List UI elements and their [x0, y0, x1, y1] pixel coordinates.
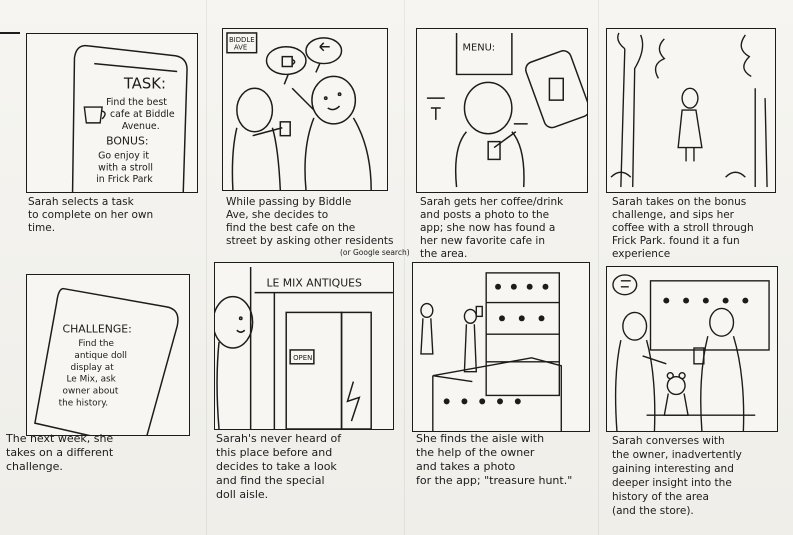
panel-3-cafe: MENU: — [416, 28, 588, 193]
coffee-cup-icon — [281, 55, 293, 68]
caption-5: The next week, she takes on a different … — [6, 432, 114, 473]
challenge-line-6: the history. — [59, 398, 108, 408]
panel-7-doll-aisle — [412, 262, 590, 432]
street-sign-line-1: BIDDLE — [229, 36, 255, 44]
caption-8: Sarah converses with the owner, inadvert… — [612, 435, 742, 517]
panel-6-storefront: LE MIX ANTIQUES OPEN — [214, 262, 394, 430]
bonus-line-3: in Frick Park — [96, 174, 153, 185]
panel-2-asking: BIDDLE AVE — [222, 28, 388, 191]
caption-7: She finds the aisle with the help of the… — [416, 432, 573, 487]
doll-figures — [663, 297, 749, 304]
coffee-cup-icon — [83, 106, 106, 124]
paper-fold — [598, 0, 599, 535]
challenge-title: CHALLENGE: — [63, 322, 132, 335]
challenge-line-1: Find the — [78, 339, 114, 349]
arrow-icon — [319, 42, 330, 52]
bonus-title: BONUS: — [106, 135, 148, 148]
caption-3: Sarah gets her coffee/drink and posts a … — [420, 196, 564, 260]
task-title: TASK: — [123, 75, 166, 92]
caption-4: Sarah takes on the bonus challenge, and … — [612, 196, 754, 260]
challenge-line-2: antique doll — [74, 351, 127, 361]
bonus-line-2: with a stroll — [98, 162, 153, 173]
task-line-3: Avenue. — [122, 121, 160, 132]
open-sign: OPEN — [293, 354, 312, 362]
panel-8-conversation — [606, 266, 778, 432]
panel-1-task-phone: TASK: Find the best cafe at Biddle Avenu… — [26, 33, 198, 193]
phone-drawing: TASK: Find the best cafe at Biddle Avenu… — [71, 44, 188, 192]
task-line-1: Find the best — [106, 97, 167, 108]
store-sign: LE MIX ANTIQUES — [266, 277, 362, 290]
paper-fold — [206, 0, 207, 535]
challenge-line-3: display at — [70, 363, 114, 373]
caption-2: While passing by Biddle Ave, she decides… — [226, 196, 394, 247]
street-sign-line-2: AVE — [234, 44, 247, 52]
caption-1: Sarah selects a task to complete on her … — [28, 196, 154, 234]
paper-fold — [404, 0, 405, 535]
caption-6: Sarah's never heard of this place before… — [216, 432, 342, 501]
annotation-or-google: (or Google search) — [340, 248, 410, 257]
bonus-line-1: Go enjoy it — [98, 150, 149, 161]
panel-5-challenge-phone: CHALLENGE: Find the antique doll display… — [26, 274, 190, 436]
challenge-line-4: Le Mix, ask — [67, 375, 117, 385]
edge-line — [0, 32, 20, 34]
storyboard-sheet: TASK: Find the best cafe at Biddle Avenu… — [0, 0, 793, 535]
menu-sign: MENU: — [462, 43, 495, 54]
panel-4-park — [606, 28, 776, 193]
task-line-2: cafe at Biddle — [110, 109, 175, 120]
challenge-line-5: owner about — [63, 387, 119, 397]
